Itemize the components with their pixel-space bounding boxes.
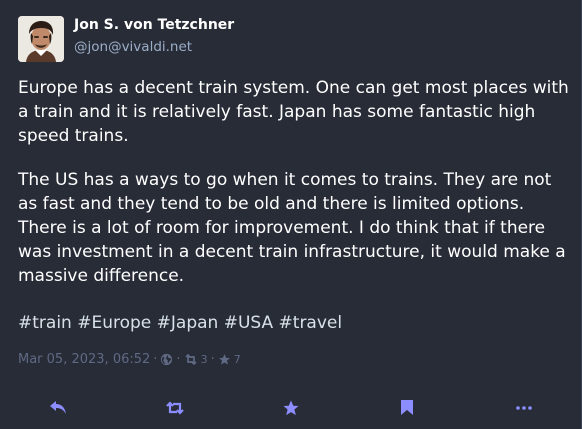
avatar-photo [18,16,64,62]
status-action-bar [0,386,582,429]
favourite-count-icon [218,353,231,366]
ellipsis-icon [516,405,532,410]
reply-button[interactable] [0,386,116,429]
status-content: Europe has a decent train system. One ca… [18,76,570,308]
boost-count-icon [184,353,198,365]
author-display-name[interactable]: Jon S. von Tetzchner [74,17,234,33]
globe-icon [160,353,173,366]
star-icon [283,400,299,415]
favourite-button[interactable] [233,386,349,429]
boost-count: 3 [200,352,208,366]
author-avatar[interactable] [18,16,64,62]
meta-separator: · [176,351,181,367]
status-card: Jon S. von Tetzchner @jon@vivaldi.net Eu… [0,0,582,429]
status-timestamp[interactable]: Mar 05, 2023, 06:52 [18,352,150,367]
status-hashtags[interactable]: #train #Europe #Japan #USA #travel [18,311,342,335]
meta-separator: · [210,351,215,367]
more-options-button[interactable] [466,386,582,429]
bookmark-icon [401,400,414,415]
favourite-count: 7 [233,352,241,366]
author-handle[interactable]: @jon@vivaldi.net [74,39,192,55]
status-paragraph: The US has a ways to go when it comes to… [18,170,566,286]
bookmark-button[interactable] [349,386,465,429]
boost-icon [165,400,184,415]
boost-button[interactable] [116,386,232,429]
status-meta: Mar 05, 2023, 06:52 · · 3 · 7 [18,350,241,368]
reply-icon [50,401,67,414]
status-paragraph: Europe has a decent train system. One ca… [18,78,569,146]
meta-separator: · [153,351,158,367]
